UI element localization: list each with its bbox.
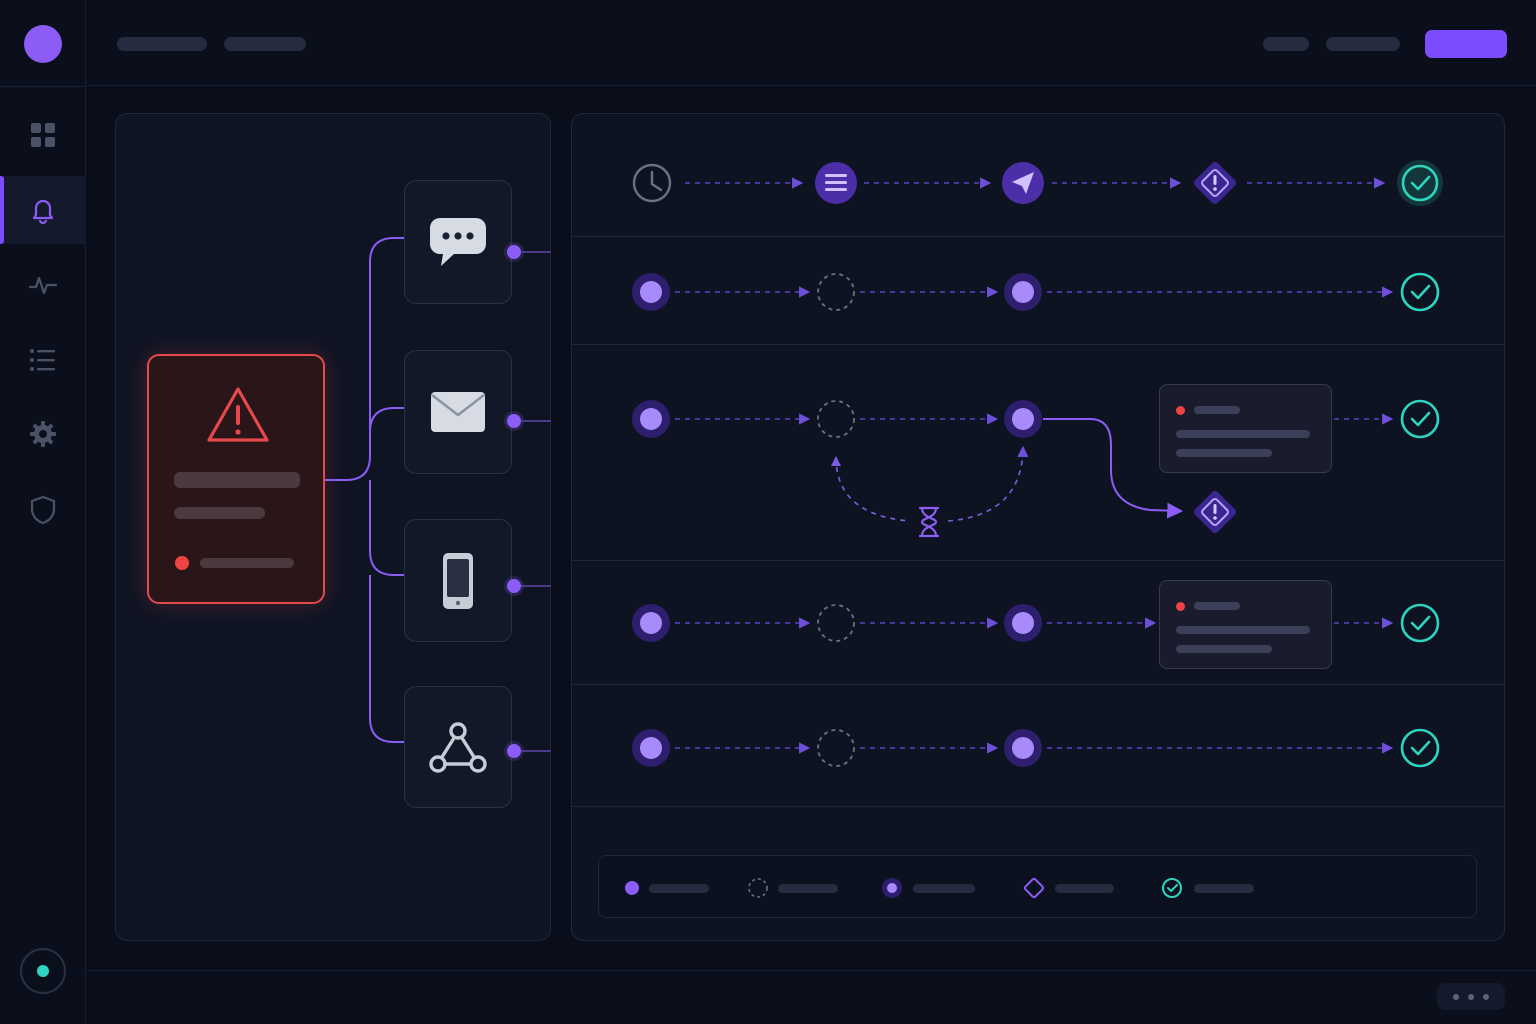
check-circle-icon[interactable] — [1400, 272, 1440, 312]
diamond-warning-icon[interactable] — [1192, 160, 1237, 205]
channel-connectors — [325, 237, 404, 743]
retry-path — [835, 456, 911, 522]
pending-node[interactable] — [817, 400, 855, 438]
send-icon[interactable] — [1002, 162, 1044, 204]
check-circle-icon[interactable] — [1397, 160, 1443, 206]
ringed-dot-icon — [882, 878, 902, 898]
legend-glyphs — [625, 877, 1182, 899]
pipeline-row — [632, 603, 1440, 643]
port-stubs — [521, 251, 551, 752]
check-circle-icon[interactable] — [1400, 728, 1440, 768]
check-circle-icon[interactable] — [1400, 399, 1440, 439]
retry-path — [947, 445, 1029, 522]
filled-dot-icon — [625, 881, 639, 895]
pending-node[interactable] — [817, 273, 855, 311]
check-circle-icon[interactable] — [1400, 603, 1440, 643]
dashed-circle-icon — [748, 878, 768, 898]
hourglass-icon[interactable] — [918, 506, 940, 538]
diamond-warning-icon[interactable] — [1192, 489, 1237, 534]
escalation-path — [1043, 418, 1184, 519]
pending-node[interactable] — [817, 604, 855, 642]
clock-icon[interactable] — [632, 163, 672, 203]
app-window — [0, 0, 1536, 1024]
check-circle-icon — [1162, 878, 1182, 898]
pipeline-step-header — [632, 160, 1443, 206]
pipeline-row — [632, 272, 1440, 312]
pending-node[interactable] — [817, 729, 855, 767]
list-icon[interactable] — [815, 162, 857, 204]
pipeline-graph — [325, 160, 1443, 899]
pipeline-row — [632, 399, 1440, 538]
pipeline-row — [632, 728, 1440, 768]
diamond-icon — [1023, 877, 1045, 899]
